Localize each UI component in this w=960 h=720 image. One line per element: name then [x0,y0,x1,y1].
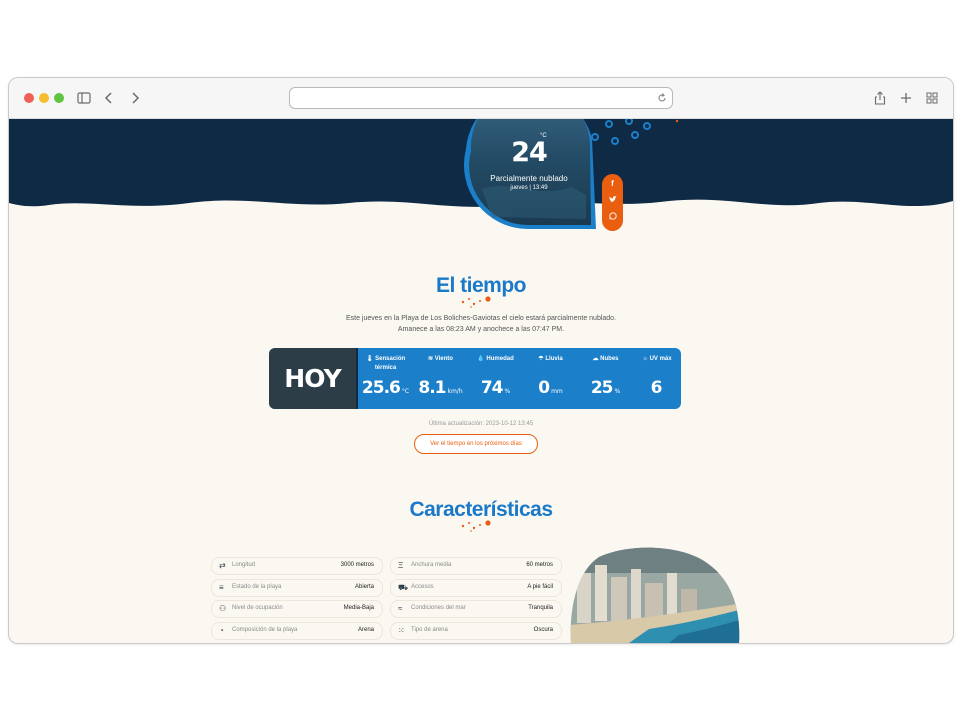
occupancy-icon: ⚇ [219,604,227,613]
feature-length: ⇄ Longitud 3000 metros [211,557,383,575]
humidity-icon: 💧 [477,356,485,362]
decorative-dots [461,520,491,532]
metric-wind: ≋ Viento 8.1 km/h [418,356,463,398]
feature-occupancy: ⚇ Nivel de ocupación Media-Baja [211,600,383,618]
today-label: HOY [269,348,356,409]
sand-icon: ⁙ [398,626,405,635]
browser-toolbar [9,78,953,119]
metric-humidity: 💧 Humedad 74% [477,356,514,398]
zoom-dot[interactable] [54,93,64,103]
address-bar[interactable] [289,87,673,109]
share-icon[interactable] [871,89,889,107]
sun-icon: ☼ [642,356,648,362]
wind-icon: ≋ [428,356,434,362]
width-icon: Ξ [398,561,404,570]
thermometer-icon: 🌡 [365,356,374,362]
forecast-button[interactable]: Ver el tiempo en los próximos días [414,434,538,454]
close-dot[interactable] [24,93,34,103]
weather-title: El tiempo [435,274,527,297]
composition-icon: ◔ [219,626,224,635]
today-weather-card: HOY 🌡 Sensación térmica 25.6 °C ≋ Viento … [269,348,681,409]
weather-description-2: Amanece a las 08:23 AM y anochece a las … [397,326,565,333]
metric-clouds: ☁ Nubes 25% [590,356,621,398]
beach-aerial-image [570,547,740,643]
feature-sea: ≈ Condiciones del mar Tranquila [390,600,562,618]
rain-icon: ☂ [538,356,544,362]
metric-uv: ☼ UV máx 6 [642,356,672,398]
status-icon: ≡ [219,583,224,592]
feature-status: ≡ Estado de la playa Abierta [211,579,383,597]
metric-feels-like: 🌡 Sensación térmica 25.6 °C [361,356,410,398]
cloud-icon: ☁ [592,356,599,362]
reload-icon[interactable] [657,91,667,109]
weather-date: jueves | 13:49 [510,185,548,191]
last-updated: Última actualización: 2023-10-12 13:45 [428,421,534,427]
feature-sand: ⁙ Tipo de arena Oscura [390,622,562,640]
temperature-unit: °C [540,133,547,139]
whatsapp-icon[interactable] [602,212,623,222]
facebook-icon[interactable]: f [602,179,623,188]
features-title: Características [409,498,553,521]
weather-description-1: Este jueves en la Playa de Los Boliches-… [345,315,617,322]
access-icon: ⛟ [398,583,409,592]
metric-rain: ☂ Lluvia 0 mm [538,356,563,398]
sea-icon: ≈ [398,604,403,613]
sidebar-icon[interactable] [75,89,93,107]
length-icon: ⇄ [219,561,226,570]
forward-icon[interactable] [126,89,144,107]
tabs-overview-icon[interactable] [923,89,941,107]
minimize-dot[interactable] [39,93,49,103]
feature-width: Ξ Anchura media 60 metros [390,557,562,575]
back-icon[interactable] [100,89,118,107]
feature-access: ⛟ Accesos A pie fácil [390,579,562,597]
new-tab-icon[interactable] [897,89,915,107]
weather-condition: Parcialmente nublado [490,174,568,183]
share-buttons: f [602,174,623,231]
browser-window: 24 °C Parcialmente nublado jueves | 13:4… [8,77,954,644]
page-content: 24 °C Parcialmente nublado jueves | 13:4… [9,119,953,643]
current-temperature: 24 [511,137,548,168]
twitter-icon[interactable] [602,196,623,205]
decorative-dots [461,296,491,308]
feature-composition: ◔ Composición de la playa Arena [211,622,383,640]
